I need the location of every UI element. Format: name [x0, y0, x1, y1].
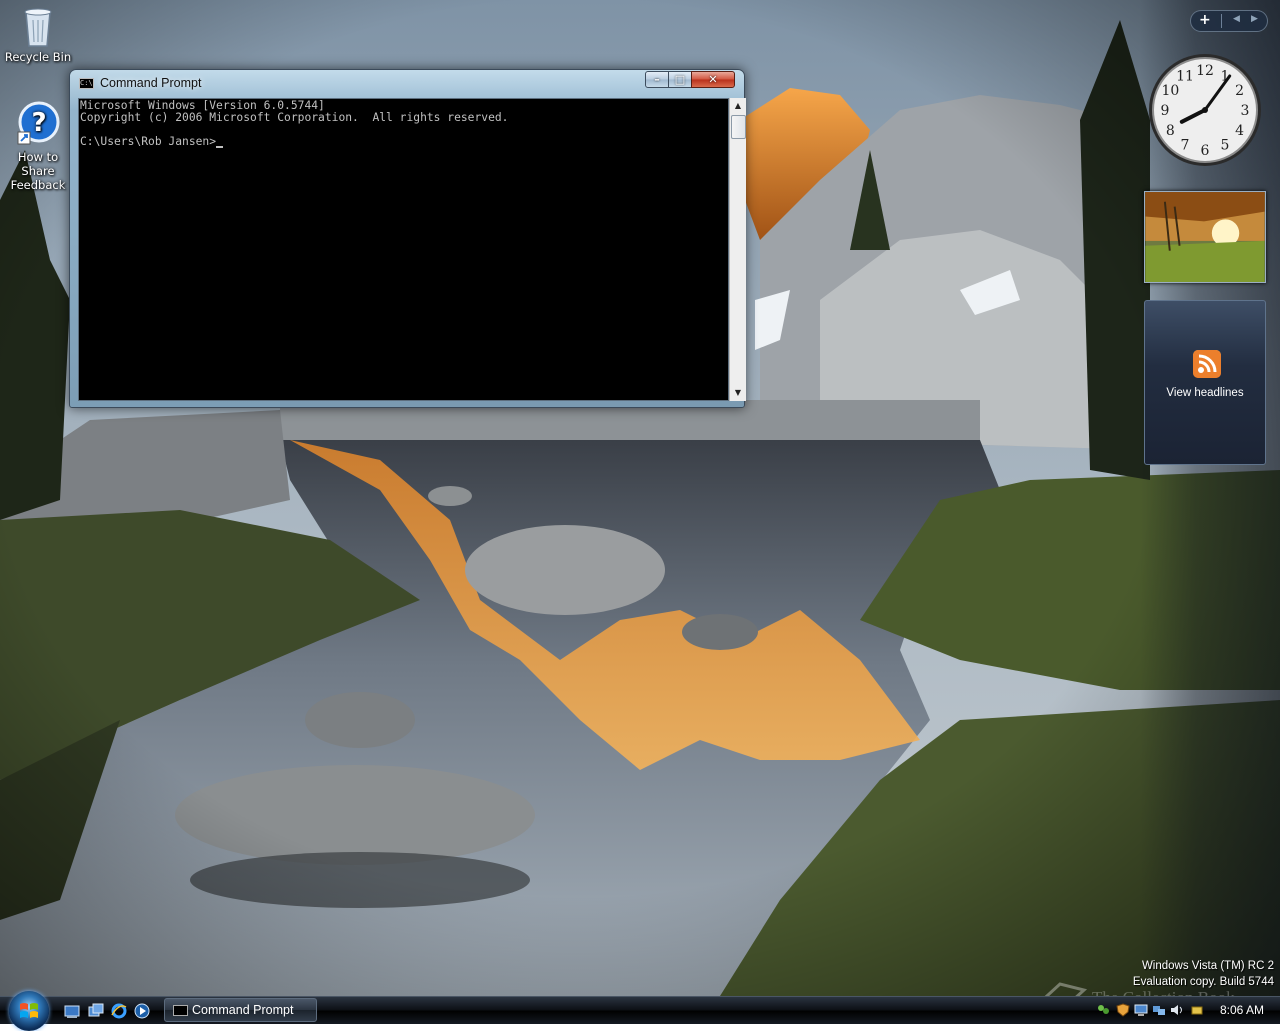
- clock-numeral: 2: [1235, 83, 1244, 99]
- taskbar-button-label: Command Prompt: [192, 1003, 294, 1017]
- taskbar-clock[interactable]: 8:06 AM: [1220, 1003, 1264, 1017]
- scroll-up-arrow-icon[interactable]: ▲: [730, 98, 746, 114]
- power-icon[interactable]: [1190, 1003, 1204, 1017]
- scroll-down-arrow-icon[interactable]: ▼: [730, 385, 746, 401]
- clock-numeral: 8: [1166, 123, 1175, 139]
- previous-page-button[interactable]: ◀: [1233, 14, 1240, 24]
- feedback-desktop-icon[interactable]: ? How to Share Feedback: [0, 100, 76, 192]
- sidebar-controls-divider: [1221, 14, 1222, 28]
- volume-icon[interactable]: [1170, 1003, 1184, 1017]
- taskbar: Command Prompt 8:06 AM: [0, 991, 1280, 1031]
- switch-windows-icon[interactable]: [88, 1003, 104, 1019]
- clock-numeral: 7: [1181, 138, 1190, 154]
- taskbar-button-command-prompt[interactable]: Command Prompt: [164, 998, 317, 1022]
- windows-media-player-icon[interactable]: [134, 1003, 150, 1019]
- collection-book-watermark: The Collection Book: [1092, 988, 1235, 996]
- notification-area: 8:06 AM: [1090, 997, 1280, 1024]
- desktop: Recycle Bin ? How to Share Feedback + ◀ …: [0, 0, 1280, 996]
- recycle-bin-icon: [24, 8, 52, 47]
- slideshow-gadget[interactable]: [1144, 191, 1266, 283]
- show-desktop-icon[interactable]: [64, 1003, 80, 1019]
- feed-headlines-gadget[interactable]: View headlines: [1144, 300, 1266, 465]
- clock-numeral: 3: [1241, 103, 1250, 119]
- internet-explorer-icon[interactable]: [111, 1003, 127, 1019]
- watermark-line-1: Windows Vista (TM) RC 2: [1141, 960, 1274, 972]
- collection-book-logo-icon: [1044, 982, 1088, 996]
- help-icon: ?: [17, 101, 60, 145]
- next-page-button[interactable]: ▶: [1251, 14, 1258, 24]
- window-titlebar[interactable]: C:\ Command Prompt – □ ✕: [70, 70, 744, 96]
- windows-logo-icon: [20, 1003, 38, 1018]
- console-prompt: C:\Users\Rob Jansen>: [80, 135, 217, 148]
- minimize-icon: –: [654, 73, 660, 86]
- clock-gadget[interactable]: 12 1234567891011: [1146, 48, 1264, 172]
- console-output[interactable]: Microsoft Windows [Version 6.0.5744] Cop…: [78, 98, 729, 401]
- network-icon[interactable]: [1152, 1003, 1166, 1017]
- clock-numeral: 11: [1176, 68, 1194, 84]
- maximize-icon: □: [674, 73, 686, 86]
- command-prompt-window[interactable]: C:\ Command Prompt – □ ✕ Microsoft Windo…: [69, 69, 746, 408]
- window-title: Command Prompt: [100, 76, 202, 90]
- start-button[interactable]: [9, 991, 49, 1031]
- console-cursor: [216, 146, 224, 148]
- minimize-button[interactable]: –: [645, 71, 669, 88]
- display-icon[interactable]: [1134, 1003, 1148, 1017]
- vertical-scrollbar[interactable]: ▲ ▼: [729, 98, 746, 401]
- clock-numeral: 12: [1196, 63, 1214, 79]
- clock-numeral: 5: [1221, 138, 1230, 154]
- console-icon: [173, 1005, 188, 1016]
- console-text: Microsoft Windows [Version 6.0.5744] Cop…: [80, 100, 508, 148]
- feedback-label: How to Share Feedback: [10, 150, 66, 192]
- clock-numeral: 6: [1201, 143, 1210, 159]
- build-watermark: Windows Vista (TM) RC 2 Evaluation copy.…: [1133, 958, 1274, 990]
- sidebar-controls: + ◀ ▶: [1190, 10, 1268, 32]
- scrollbar-thumb[interactable]: [731, 115, 746, 139]
- clock-numeral: 4: [1235, 123, 1244, 139]
- recycle-bin-label: Recycle Bin: [4, 50, 72, 64]
- recycle-bin-desktop-icon[interactable]: Recycle Bin: [0, 2, 76, 64]
- view-headlines-label[interactable]: View headlines: [1145, 387, 1265, 399]
- rss-feed-icon: [1193, 350, 1221, 378]
- close-icon: ✕: [708, 73, 718, 86]
- console-line-2: Copyright (c) 2006 Microsoft Corporation…: [80, 111, 509, 124]
- close-button[interactable]: ✕: [691, 71, 735, 88]
- clock-numeral: 9: [1161, 103, 1170, 119]
- console-icon: C:\: [79, 78, 94, 89]
- clock-numeral: 10: [1161, 83, 1179, 99]
- maximize-button[interactable]: □: [668, 71, 692, 88]
- add-gadget-button[interactable]: +: [1199, 12, 1211, 28]
- svg-text:?: ?: [31, 108, 46, 138]
- network-users-icon[interactable]: [1096, 1003, 1110, 1017]
- security-shield-icon[interactable]: [1116, 1003, 1130, 1017]
